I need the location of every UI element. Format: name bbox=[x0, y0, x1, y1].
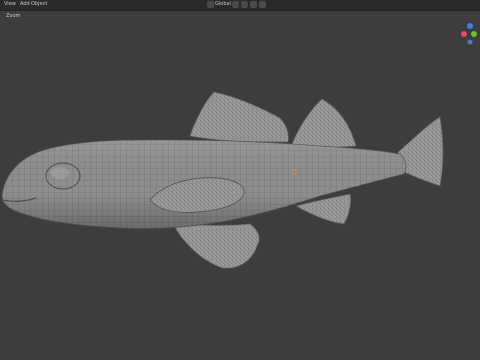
tail-fin bbox=[397, 116, 444, 187]
pelvic-fin bbox=[171, 221, 260, 269]
dorsal-fin-rear bbox=[291, 98, 357, 148]
dorsal-fin-front bbox=[189, 91, 289, 143]
fish-mesh[interactable] bbox=[0, 0, 480, 360]
3d-viewport[interactable]: View Add Object Global Zoom bbox=[0, 0, 480, 360]
